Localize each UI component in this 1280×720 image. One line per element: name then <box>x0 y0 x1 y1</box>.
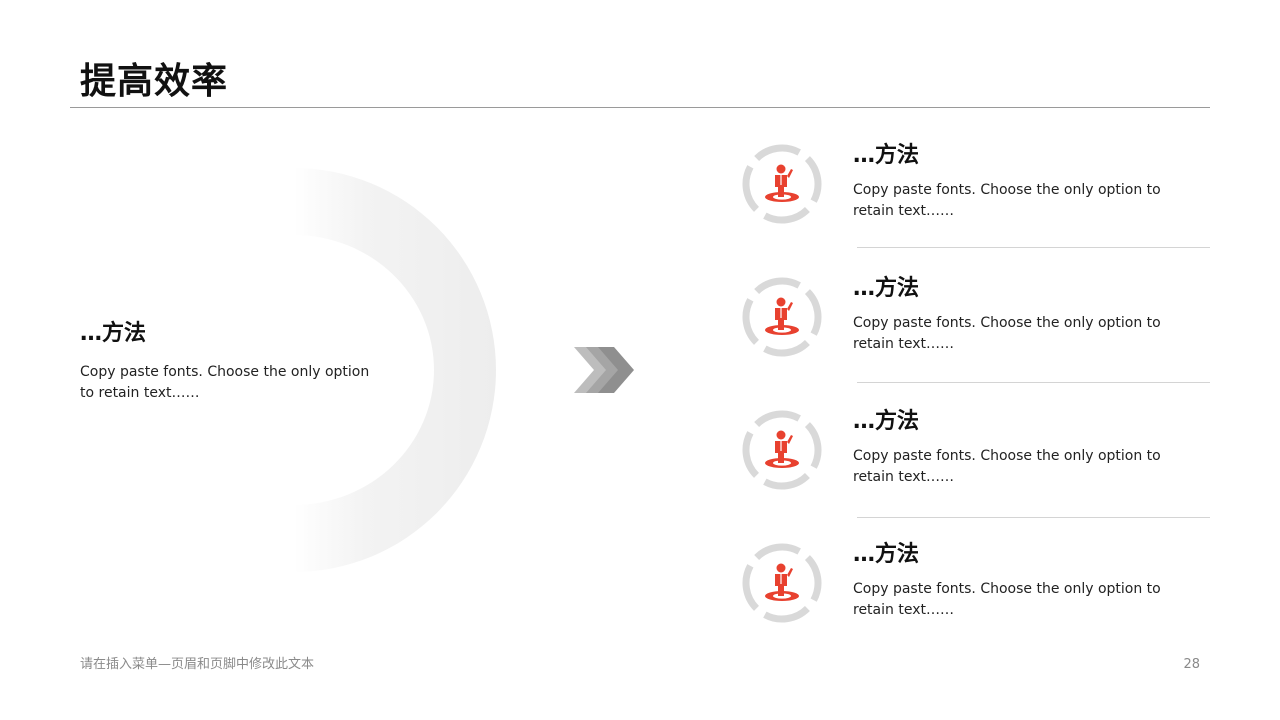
person-on-target-icon <box>742 277 822 357</box>
item-divider <box>857 517 1210 518</box>
page-number: 28 <box>1183 657 1200 672</box>
item-heading: …方法 <box>853 276 920 301</box>
left-heading: …方法 <box>80 321 147 346</box>
slide-title: 提高效率 <box>80 61 229 102</box>
list-item: …方法 Copy paste fonts. Choose the only op… <box>740 142 1220 252</box>
list-item: …方法 Copy paste fonts. Choose the only op… <box>740 275 1220 385</box>
person-on-target-icon <box>742 144 822 224</box>
title-divider <box>70 107 1210 108</box>
footer-text: 请在插入菜单—页眉和页脚中修改此文本 <box>80 657 315 672</box>
item-divider <box>857 382 1210 383</box>
item-heading: …方法 <box>853 143 920 168</box>
list-item: …方法 Copy paste fonts. Choose the only op… <box>740 541 1220 651</box>
item-description: Copy paste fonts. Choose the only option… <box>853 448 1161 485</box>
left-description: Copy paste fonts. Choose the only option… <box>80 364 370 401</box>
person-on-target-icon <box>742 543 822 623</box>
item-description: Copy paste fonts. Choose the only option… <box>853 315 1161 352</box>
chevron-right-icon <box>574 347 634 393</box>
person-on-target-icon <box>742 410 822 490</box>
item-description: Copy paste fonts. Choose the only option… <box>853 581 1161 618</box>
list-item: …方法 Copy paste fonts. Choose the only op… <box>740 408 1220 518</box>
item-heading: …方法 <box>853 542 920 567</box>
item-divider <box>857 247 1210 248</box>
item-description: Copy paste fonts. Choose the only option… <box>853 182 1161 219</box>
item-heading: …方法 <box>853 409 920 434</box>
